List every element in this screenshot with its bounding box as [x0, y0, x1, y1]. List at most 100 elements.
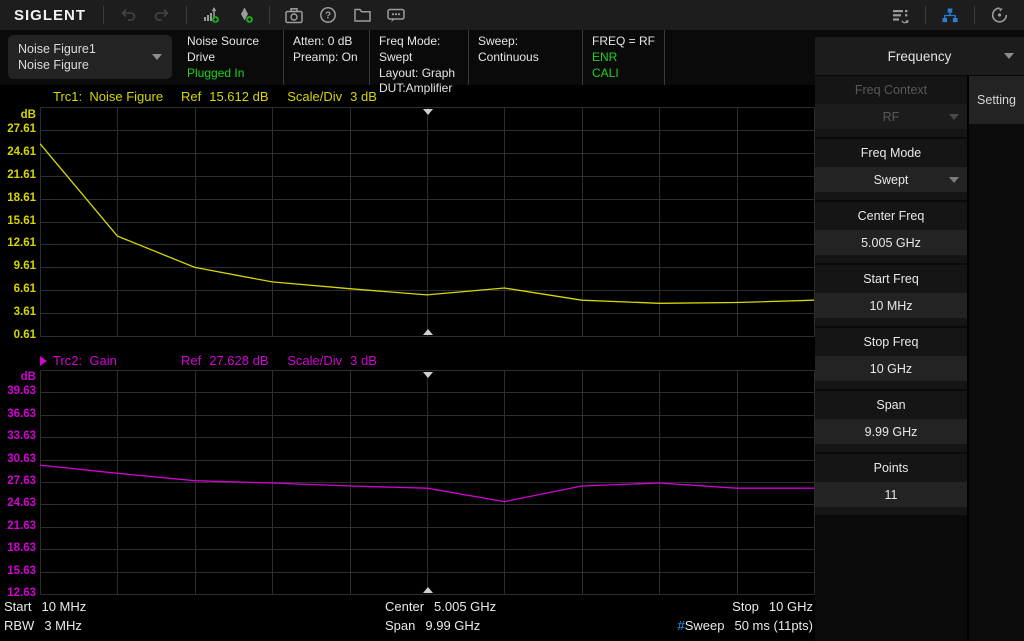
- add-marker-icon[interactable]: [228, 0, 262, 30]
- y-axis-tick: 6.61: [14, 281, 36, 297]
- status-cell-sweep: Sweep: Continuous: [469, 30, 583, 85]
- trace2-ref-label: Ref: [181, 353, 201, 368]
- measurement-selector-label: Noise Figure1 Noise Figure: [18, 41, 152, 74]
- start-rbw-info: Start10 MHz RBW3 MHz: [4, 597, 86, 635]
- task-list-icon[interactable]: [884, 0, 918, 30]
- chevron-down-icon: [152, 54, 162, 60]
- gain-plot[interactable]: [40, 370, 815, 595]
- screenshot-icon[interactable]: [277, 0, 311, 30]
- y-axis-tick: 9.61: [14, 258, 36, 274]
- start-freq-group: Start Freq 10 MHz: [815, 265, 967, 326]
- active-trace-icon: [40, 356, 53, 366]
- toolbar: SIGLENT: [0, 0, 1024, 30]
- trace2-scale-label: Scale/Div: [287, 353, 342, 368]
- stop-freq-value[interactable]: 10 GHz: [815, 356, 967, 381]
- trace1-ref-label: Ref: [181, 89, 201, 104]
- points-label: Points: [815, 461, 967, 475]
- center-freq-marker-bottom: [423, 329, 433, 335]
- trace1-title: Trc1: Noise Figure: [53, 89, 181, 104]
- sweep-info-bar: Start10 MHz RBW3 MHz Center5.005 GHz Spa…: [0, 595, 815, 636]
- network-icon[interactable]: [933, 0, 967, 30]
- chevron-down-icon: [949, 114, 959, 120]
- freq-mode-label: Freq Mode: [815, 146, 967, 160]
- noise-figure-analyzer-app: SIGLENT: [0, 0, 1024, 641]
- trace1-ref-value: 15.612 dB: [209, 89, 273, 104]
- redo-icon[interactable]: [145, 0, 179, 30]
- noise-figure-y-axis: dB27.6124.6121.6118.6115.6112.619.616.61…: [0, 107, 40, 337]
- main-row: Noise Figure1 Noise Figure Noise Source …: [0, 30, 1024, 641]
- measurement-selector[interactable]: Noise Figure1 Noise Figure: [8, 35, 172, 79]
- y-axis-tick: 24.63: [7, 495, 36, 511]
- stop-freq-label: Stop Freq: [815, 335, 967, 349]
- toolbar-separator: [103, 6, 104, 24]
- chart-canvas: [40, 370, 815, 595]
- siglent-logo: SIGLENT: [14, 7, 86, 24]
- points-value[interactable]: 11: [815, 482, 967, 507]
- measurement-area: Noise Figure1 Noise Figure Noise Source …: [0, 30, 815, 641]
- y-axis-tick: 15.61: [7, 213, 36, 229]
- freq-context-label: Freq Context: [815, 83, 967, 97]
- chevron-down-icon: [1004, 53, 1014, 59]
- panel-controls: Freq Context RF Freq Mode Swept: [815, 76, 967, 641]
- message-icon[interactable]: [379, 0, 413, 30]
- tab-setting[interactable]: Setting: [969, 76, 1024, 124]
- center-freq-group: Center Freq 5.005 GHz: [815, 202, 967, 263]
- file-icon[interactable]: [345, 0, 379, 30]
- undo-icon[interactable]: [111, 0, 145, 30]
- trace2-ref-value: 27.628 dB: [209, 353, 273, 368]
- freq-context-value[interactable]: RF: [815, 104, 967, 129]
- y-axis-tick: 21.63: [7, 518, 36, 534]
- gain-y-axis: dB39.6336.6333.6330.6327.6324.6321.6318.…: [0, 370, 40, 595]
- center-freq-marker-top: [423, 109, 433, 115]
- center-freq-marker-bottom: [423, 587, 433, 593]
- y-axis-tick: 12.61: [7, 235, 36, 251]
- recall-icon[interactable]: [982, 0, 1016, 30]
- panel-menu-header[interactable]: Frequency: [815, 37, 1024, 75]
- stop-sweep-info: Stop10 GHz #Sweep50 ms (11pts): [678, 597, 814, 635]
- span-value[interactable]: 9.99 GHz: [815, 419, 967, 444]
- svg-text:?: ?: [325, 11, 331, 22]
- toolbar-separator: [974, 6, 975, 24]
- status-cell-noise-source: Noise Source Drive Plugged In: [178, 30, 284, 85]
- panel-tab-strip: Setting: [967, 76, 1024, 641]
- center-freq-value[interactable]: 5.005 GHz: [815, 230, 967, 255]
- freq-mode-value[interactable]: Swept: [815, 167, 967, 192]
- freq-mode-group: Freq Mode Swept: [815, 139, 967, 200]
- trace2-scale-value: 3 dB: [350, 353, 377, 368]
- y-axis-tick: 21.61: [7, 167, 36, 183]
- center-span-info: Center5.005 GHz Span9.99 GHz: [385, 597, 496, 635]
- trace2-title: Trc2: Gain: [53, 353, 181, 368]
- y-axis-tick: 39.63: [7, 383, 36, 399]
- center-freq-marker-top: [423, 372, 433, 378]
- toolbar-separator: [186, 6, 187, 24]
- gain-chart: dB39.6336.6333.6330.6327.6324.6321.6318.…: [0, 370, 815, 595]
- trace1-scale-label: Scale/Div: [287, 89, 342, 104]
- right-panel: Frequency Freq Context RF Freq Mode: [815, 30, 1024, 641]
- start-freq-value[interactable]: 10 MHz: [815, 293, 967, 318]
- y-axis-tick: 0.61: [14, 327, 36, 343]
- add-trace-icon[interactable]: [194, 0, 228, 30]
- stop-freq-group: Stop Freq 10 GHz: [815, 328, 967, 389]
- span-group: Span 9.99 GHz: [815, 391, 967, 452]
- help-icon[interactable]: ?: [311, 0, 345, 30]
- toolbar-separator: [925, 6, 926, 24]
- chart-canvas: [40, 107, 815, 337]
- y-axis-tick: 27.61: [7, 121, 36, 137]
- chevron-down-icon: [949, 177, 959, 183]
- status-cell-atten-preamp: Atten: 0 dB Preamp: On: [284, 30, 370, 85]
- trace2-header: Trc2: Gain Ref 27.628 dB Scale/Div 3 dB: [0, 351, 815, 370]
- status-bar: Noise Figure1 Noise Figure Noise Source …: [0, 30, 815, 85]
- panel-body: Freq Context RF Freq Mode Swept: [815, 76, 1024, 641]
- y-axis-tick: 15.63: [7, 563, 36, 579]
- trace1-header: Trc1: Noise Figure Ref 15.612 dB Scale/D…: [0, 85, 815, 107]
- status-cell-mode-layout-dut: Freq Mode: Swept Layout: Graph DUT:Ampli…: [370, 30, 469, 85]
- points-group: Points 11: [815, 454, 967, 515]
- chart-gap: [0, 337, 815, 351]
- y-axis-tick: 36.63: [7, 406, 36, 422]
- y-axis-tick: 27.63: [7, 473, 36, 489]
- noise-figure-plot[interactable]: [40, 107, 815, 337]
- span-label: Span: [815, 398, 967, 412]
- y-axis-tick: 18.63: [7, 540, 36, 556]
- noise-figure-chart: dB27.6124.6121.6118.6115.6112.619.616.61…: [0, 107, 815, 337]
- start-freq-label: Start Freq: [815, 272, 967, 286]
